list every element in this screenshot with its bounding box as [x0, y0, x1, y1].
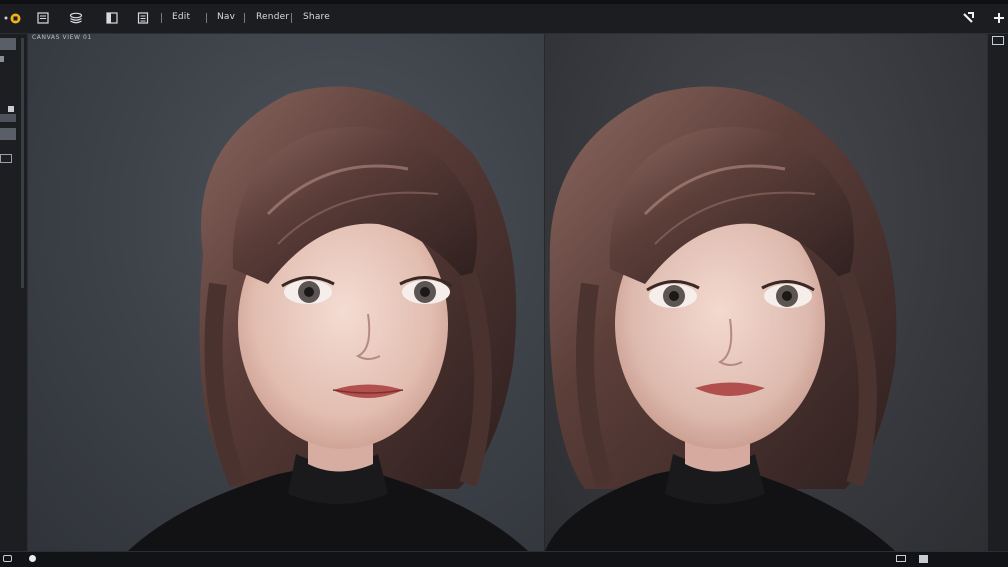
canvas-area[interactable]: CANVAS VIEW 01 — [28, 34, 987, 551]
portrait-right — [545, 86, 897, 551]
menu-share[interactable]: Share — [303, 12, 330, 22]
frame-right[interactable] — [545, 34, 987, 551]
list-icon[interactable] — [136, 10, 150, 26]
portrait-left — [128, 86, 528, 551]
tool-marker — [0, 56, 4, 62]
status-bar — [0, 551, 1008, 567]
panel-scrollbar[interactable] — [21, 38, 24, 288]
pick-tool-icon[interactable] — [960, 10, 976, 26]
layers-icon[interactable] — [68, 10, 84, 26]
tool-button-brush[interactable] — [0, 114, 16, 122]
terminal-icon[interactable] — [3, 555, 12, 562]
left-tool-panel — [0, 34, 28, 551]
toolbar-separator — [244, 13, 245, 23]
tool-button-select[interactable] — [0, 38, 16, 50]
toolbar-separator — [206, 13, 207, 23]
top-toolbar: Edit Nav Render Share — [0, 0, 1008, 34]
menu-render[interactable]: Render — [256, 12, 289, 22]
title-strip — [0, 0, 1008, 4]
tool-button-mask[interactable] — [0, 128, 16, 140]
add-icon[interactable] — [991, 10, 1007, 26]
screenshot-icon[interactable] — [919, 555, 928, 563]
toolbar-separator — [161, 13, 162, 23]
window-toggle-icon[interactable] — [992, 36, 1004, 45]
status-dot-icon[interactable] — [29, 555, 36, 562]
menu-edit[interactable]: Edit — [172, 12, 190, 22]
panel-icon[interactable] — [105, 10, 119, 26]
menu-nav[interactable]: Nav — [217, 12, 235, 22]
image-icon[interactable] — [0, 154, 12, 163]
right-panel — [987, 34, 1008, 551]
canvas-label: CANVAS VIEW 01 — [32, 34, 92, 41]
logo-badge-icon[interactable] — [9, 10, 21, 26]
monitor-icon[interactable] — [896, 555, 906, 562]
slider-handle[interactable] — [8, 106, 14, 112]
frame-left[interactable] — [28, 34, 544, 551]
toolbar-separator — [291, 13, 292, 23]
file-icon[interactable] — [36, 10, 50, 26]
